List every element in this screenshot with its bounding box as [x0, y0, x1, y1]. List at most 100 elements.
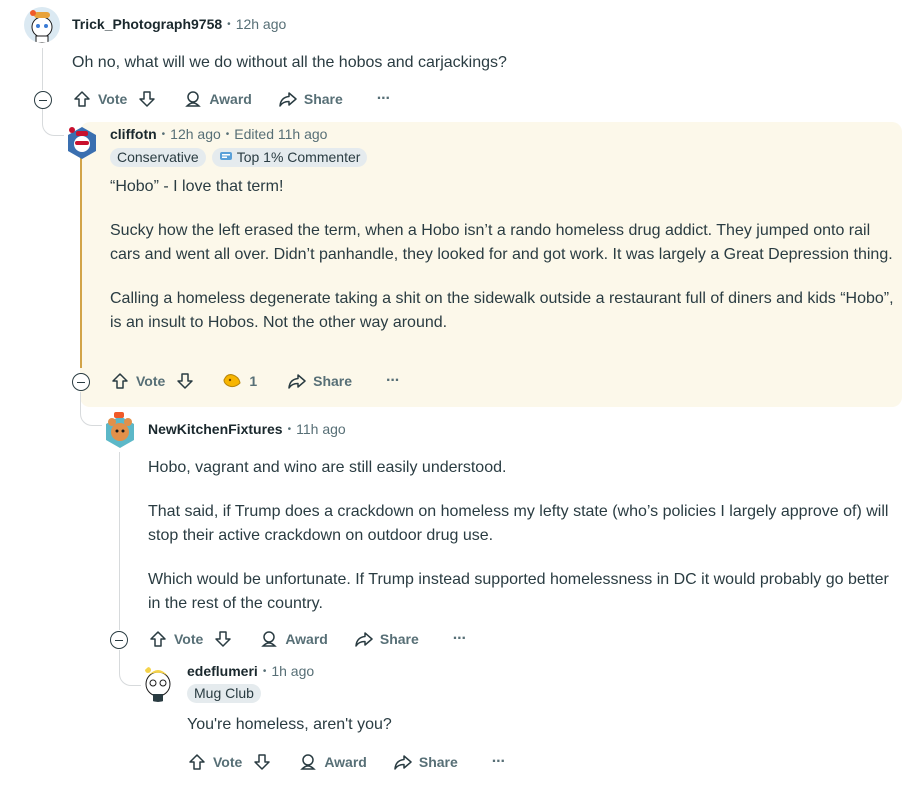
downvote-icon[interactable]	[252, 752, 272, 772]
award-icon	[300, 754, 317, 770]
comment-paragraph: Oh no, what will we do without all the h…	[72, 54, 507, 71]
separator: •	[161, 128, 166, 140]
more-options-button[interactable]: ···	[377, 90, 391, 108]
username[interactable]: edeflumeri	[187, 663, 258, 679]
vote-group: Vote	[148, 629, 233, 649]
more-options-button[interactable]: ···	[492, 753, 506, 771]
collapse-thread-button[interactable]	[110, 631, 128, 649]
more-options-button[interactable]: ···	[453, 630, 467, 648]
award-label: Award	[209, 91, 252, 107]
avatar[interactable]	[24, 7, 60, 43]
comment-paragraph: You're homeless, aren't you?	[187, 716, 392, 733]
award-icon	[185, 91, 202, 107]
share-label: Share	[313, 373, 353, 389]
comment-meta: edeflumeri • 1h ago	[187, 663, 314, 679]
user-flairs: Conservative Top 1% Commenter	[110, 148, 368, 167]
vote-group: Vote	[110, 371, 195, 391]
separator: •	[287, 423, 292, 435]
timestamp[interactable]: 1h ago	[271, 663, 314, 679]
separator: •	[227, 18, 231, 30]
vote-label: Vote	[213, 754, 243, 770]
share-button[interactable]: Share	[354, 629, 419, 649]
downvote-icon[interactable]	[213, 629, 233, 649]
share-icon	[279, 92, 297, 107]
vote-group: Vote	[72, 89, 157, 109]
comment-body: You're homeless, aren't you?	[187, 713, 887, 737]
share-label: Share	[418, 754, 458, 770]
share-icon	[288, 374, 306, 389]
upvote-icon[interactable]	[110, 371, 130, 391]
comment-paragraph: Calling a homeless degenerate taking a s…	[110, 290, 894, 331]
comment-body: “Hobo” - I love that term! Sucky how the…	[110, 175, 895, 335]
snoo-avatar-icon	[145, 667, 171, 702]
flair-badge: Mug Club	[187, 684, 261, 703]
comment-actions: Vote Award Share ···	[148, 629, 467, 649]
award-icon	[261, 631, 278, 647]
thread-line	[119, 452, 120, 630]
timestamp[interactable]: 12h ago	[236, 16, 287, 32]
thread-curve	[42, 108, 64, 136]
timestamp[interactable]: 11h ago	[296, 421, 346, 437]
snoo-avatar-icon	[68, 127, 96, 159]
share-button[interactable]: Share	[287, 371, 352, 391]
avatar[interactable]	[140, 664, 176, 702]
downvote-icon[interactable]	[137, 89, 157, 109]
comment-paragraph: Hobo, vagrant and wino are still easily …	[148, 459, 507, 476]
username[interactable]: cliffotn	[110, 126, 157, 142]
comment-paragraph: Sucky how the left erased the term, when…	[110, 222, 893, 263]
comment-meta: cliffotn • 12h ago • Edited 11h ago	[110, 126, 327, 142]
comment-actions: Vote 1 Share ···	[110, 371, 400, 391]
snoo-avatar-icon	[106, 412, 134, 448]
vote-label: Vote	[98, 91, 128, 107]
comment-body: Oh no, what will we do without all the h…	[72, 51, 872, 75]
more-options-button[interactable]: ···	[386, 372, 400, 390]
comment-meta: NewKitchenFixtures • 11h ago	[148, 421, 346, 437]
share-button[interactable]: Share	[278, 89, 343, 109]
share-button[interactable]: Share	[393, 752, 458, 772]
highlighted-thread-line	[80, 132, 82, 368]
gold-award-icon	[223, 374, 241, 388]
avatar[interactable]	[102, 410, 138, 450]
snoo-avatar-icon	[30, 10, 53, 43]
collapse-thread-button[interactable]	[72, 373, 90, 391]
top-commenter-icon	[219, 152, 232, 160]
username[interactable]: Trick_Photograph9758	[72, 16, 222, 32]
user-flairs: Mug Club	[187, 684, 261, 703]
username[interactable]: NewKitchenFixtures	[148, 421, 283, 437]
share-icon	[394, 755, 412, 770]
award-button[interactable]: Award	[259, 629, 328, 649]
downvote-icon[interactable]	[175, 371, 195, 391]
timestamp[interactable]: 12h ago	[170, 126, 221, 142]
flair-badge: Conservative	[110, 148, 206, 167]
flair-text: Top 1% Commenter	[236, 149, 361, 165]
award-button[interactable]: 1	[221, 371, 257, 391]
vote-label: Vote	[136, 373, 166, 389]
comment-actions: Vote Award Share ···	[72, 89, 391, 109]
separator: •	[225, 128, 230, 140]
share-icon	[355, 632, 373, 647]
share-label: Share	[379, 631, 419, 647]
upvote-icon[interactable]	[187, 752, 207, 772]
award-button[interactable]: Award	[298, 752, 367, 772]
thread-curve	[80, 392, 102, 426]
award-button[interactable]: Award	[183, 89, 252, 109]
thread-curve	[119, 650, 141, 686]
award-count: 1	[249, 373, 258, 389]
upvote-icon[interactable]	[72, 89, 92, 109]
comment-paragraph: “Hobo” - I love that term!	[110, 178, 284, 195]
comment-body: Hobo, vagrant and wino are still easily …	[148, 456, 898, 616]
vote-group: Vote	[187, 752, 272, 772]
comment-paragraph: That said, if Trump does a crackdown on …	[148, 503, 889, 544]
thread-line	[42, 48, 43, 90]
edited-label: Edited 11h ago	[234, 126, 328, 142]
achievement-flair: Top 1% Commenter	[211, 148, 368, 167]
comment-meta: Trick_Photograph9758 • 12h ago	[72, 16, 286, 32]
comment-actions: Vote Award Share ···	[187, 752, 506, 772]
collapse-thread-button[interactable]	[34, 91, 52, 109]
upvote-icon[interactable]	[148, 629, 168, 649]
vote-label: Vote	[174, 631, 204, 647]
comment-paragraph: Which would be unfortunate. If Trump ins…	[148, 571, 889, 612]
separator: •	[262, 665, 267, 677]
avatar[interactable]	[64, 123, 100, 163]
share-label: Share	[303, 91, 343, 107]
